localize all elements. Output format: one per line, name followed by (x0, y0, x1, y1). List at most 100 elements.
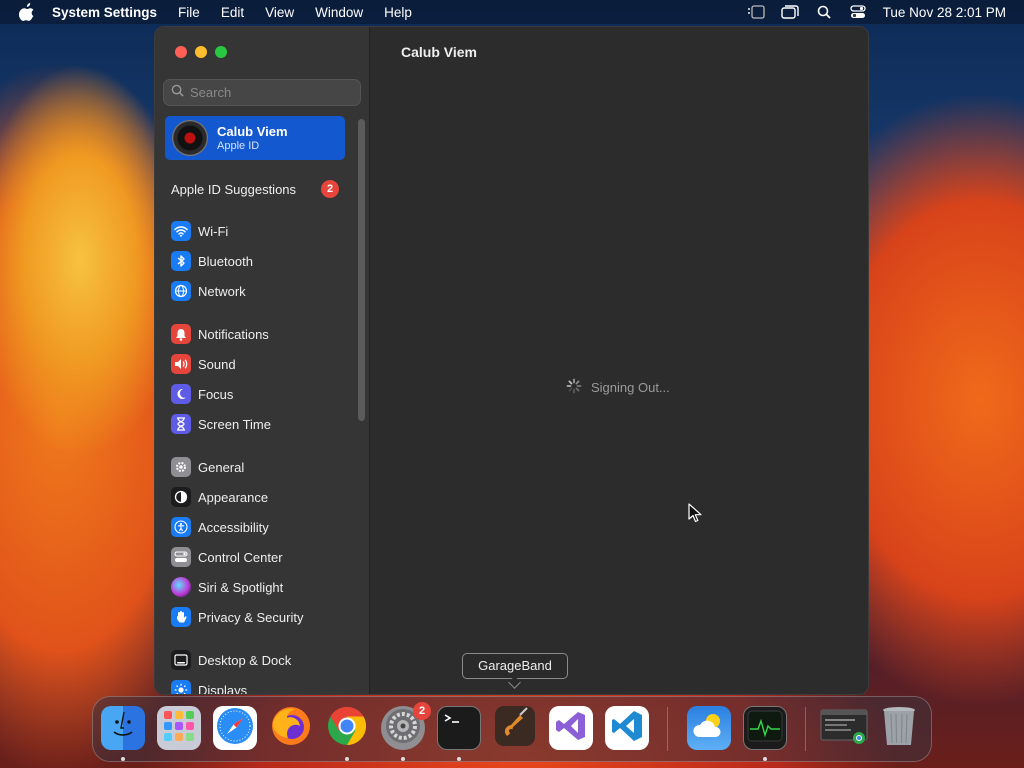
dock-activity-monitor[interactable] (743, 706, 787, 750)
sidebar-item-control-center[interactable]: Control Center (171, 546, 351, 568)
menu-file[interactable]: File (178, 5, 200, 20)
content-pane: Calub Viem Signing Out... (371, 27, 868, 694)
dock-firefox[interactable] (269, 706, 313, 750)
menu-bar: System Settings File Edit View Window He… (0, 0, 1024, 24)
sidebar-item-focus[interactable]: Focus (171, 383, 351, 405)
bell-icon (171, 324, 191, 344)
sidebar-item-privacy-security[interactable]: Privacy & Security (171, 606, 351, 628)
page-title: Calub Viem (401, 44, 477, 60)
dock-minimized-chrome-window[interactable] (819, 706, 869, 750)
sidebar-item-label: Wi-Fi (198, 223, 229, 239)
dock-separator (667, 707, 668, 751)
sidebar-item-bluetooth[interactable]: Bluetooth (171, 250, 351, 272)
garageband-icon (493, 704, 537, 753)
siri-icon (171, 577, 191, 597)
sidebar-item-network[interactable]: Network (171, 280, 351, 302)
mouse-cursor-icon (688, 503, 702, 528)
suggestions-badge: 2 (321, 180, 339, 198)
menu-clock[interactable]: Tue Nov 28 2:01 PM (883, 5, 1006, 20)
speaker-icon (171, 354, 191, 374)
minimize-window-button[interactable] (195, 46, 207, 58)
chrome-icon (326, 705, 368, 752)
sidebar-item-label: Appearance (198, 489, 269, 505)
signing-out-text: Signing Out... (591, 380, 670, 395)
signing-out-status: Signing Out... (566, 378, 670, 397)
menu-edit[interactable]: Edit (221, 5, 244, 20)
accessibility-icon (171, 517, 191, 537)
sidebar-item-sound[interactable]: Sound (171, 353, 351, 375)
suggestions-label: Apple ID Suggestions (171, 181, 297, 197)
search-field[interactable] (163, 79, 361, 106)
control-center-icon (171, 547, 191, 567)
dock-finder[interactable] (101, 706, 145, 750)
running-indicator (121, 757, 125, 761)
sidebar-item-accessibility[interactable]: Accessibility (171, 516, 351, 538)
dock-vscode[interactable] (605, 706, 649, 750)
desktop-icon (171, 650, 191, 670)
running-indicator (457, 757, 461, 761)
sidebar-item-label: Displays (198, 682, 248, 695)
menu-window[interactable]: Window (315, 5, 363, 20)
running-indicator (401, 757, 405, 761)
chrome-window-icon (819, 706, 869, 751)
dock-garageband[interactable] (493, 704, 537, 753)
dock-weather[interactable] (687, 706, 731, 750)
sidebar-item-displays[interactable]: Displays (171, 679, 351, 695)
sidebar-item-label: Screen Time (198, 416, 271, 432)
sidebar-item-label: Focus (198, 386, 234, 402)
visual-studio-icon (554, 709, 588, 748)
dock-tooltip: GarageBand (462, 653, 568, 679)
sidebar-item-label: Siri & Spotlight (198, 579, 284, 595)
wifi-icon (171, 221, 191, 241)
weather-icon (691, 711, 727, 746)
sidebar-item-notifications[interactable]: Notifications (171, 323, 351, 345)
globe-icon (171, 281, 191, 301)
moon-icon (171, 384, 191, 404)
dock-launchpad[interactable] (157, 706, 201, 750)
stage-manager-icon[interactable] (747, 4, 765, 20)
zoom-window-button[interactable] (215, 46, 227, 58)
sidebar-item-screen-time[interactable]: Screen Time (171, 413, 351, 435)
dock-notification-badge: 2 (413, 702, 431, 720)
menu-view[interactable]: View (265, 5, 294, 20)
menu-help[interactable]: Help (384, 5, 412, 20)
safari-icon (215, 706, 255, 751)
account-name: Calub Viem (217, 124, 288, 139)
trash-icon (879, 704, 919, 753)
sun-icon (171, 680, 191, 694)
sidebar-item-appearance[interactable]: Appearance (171, 486, 351, 508)
dock-safari[interactable] (213, 706, 257, 750)
apple-id-suggestions[interactable]: Apple ID Suggestions 2 (171, 180, 341, 198)
apple-id-account[interactable]: Calub Viem Apple ID (165, 116, 345, 160)
avatar (172, 120, 208, 156)
search-input[interactable] (190, 85, 350, 100)
sidebar-item-label: Notifications (198, 326, 269, 342)
window-controls (175, 46, 235, 58)
firefox-icon (270, 705, 312, 752)
control-center-menu-icon[interactable] (849, 4, 867, 20)
spotlight-search-icon[interactable] (815, 4, 833, 20)
dock-separator (805, 707, 806, 751)
apple-menu-icon[interactable] (18, 3, 36, 21)
dock-system-settings[interactable]: 2 (381, 702, 431, 750)
sidebar-item-siri-spotlight[interactable]: Siri & Spotlight (171, 576, 351, 598)
dock-trash[interactable] (877, 706, 921, 750)
launchpad-icon (162, 709, 196, 748)
bluetooth-icon (171, 251, 191, 271)
sidebar-item-desktop-dock[interactable]: Desktop & Dock (171, 649, 351, 671)
dock-chrome[interactable] (325, 706, 369, 750)
sidebar-item-label: Privacy & Security (198, 609, 304, 625)
sidebar-item-wifi[interactable]: Wi-Fi (171, 220, 351, 242)
dock-visual-studio[interactable] (549, 706, 593, 750)
sidebar-item-label: Sound (198, 356, 236, 372)
finder-icon (105, 708, 141, 749)
appearance-icon (171, 487, 191, 507)
sidebar-item-label: General (198, 459, 245, 475)
screen-mirroring-icon[interactable] (780, 4, 799, 20)
close-window-button[interactable] (175, 46, 187, 58)
dock-terminal[interactable] (437, 706, 481, 750)
menu-app-name[interactable]: System Settings (52, 5, 157, 20)
sidebar-item-general[interactable]: General (171, 456, 351, 478)
sidebar-scrollbar[interactable] (358, 119, 365, 421)
hand-icon (171, 607, 191, 627)
